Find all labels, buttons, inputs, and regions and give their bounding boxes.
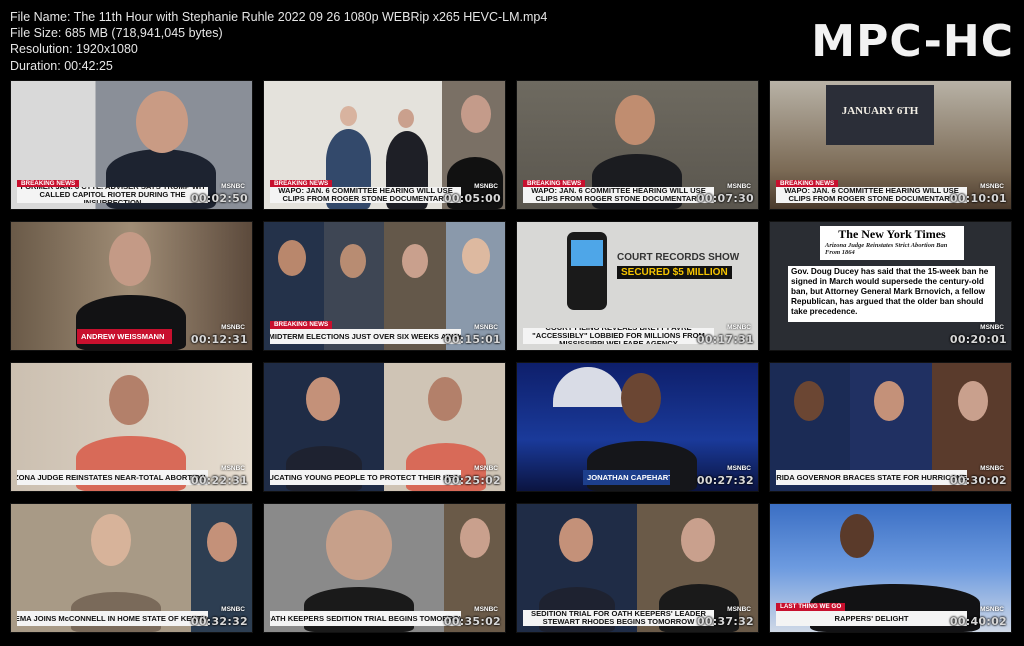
thumbnail[interactable]: SINEMA JOINS McCONNELL IN HOME STATE OF … (10, 503, 253, 633)
network-logo: MSNBC (980, 465, 1004, 472)
thumbnail[interactable]: COURT RECORDS SHOW SECURED $5 MILLION CO… (516, 221, 759, 351)
thumbnail[interactable]: BREAKING NEWS WAPO: JAN. 6 COMMITTEE HEA… (263, 80, 506, 210)
thumbnail[interactable]: JANUARY 6TH BREAKING NEWS WAPO: JAN. 6 C… (769, 80, 1012, 210)
caption: FLORIDA GOVERNOR BRACES STATE FOR HURRIC… (776, 470, 967, 485)
timestamp: 00:22:31 (190, 474, 248, 487)
timestamp: 00:20:01 (949, 333, 1007, 346)
network-logo: MSNBC (221, 606, 245, 613)
caption: SINEMA JOINS McCONNELL IN HOME STATE OF … (17, 611, 208, 626)
caption: MIDTERM ELECTIONS JUST OVER SIX WEEKS AW… (270, 329, 461, 344)
thumbnail[interactable]: SEDITION TRIAL FOR OATH KEEPERS' LEADER … (516, 503, 759, 633)
network-logo: MSNBC (727, 465, 751, 472)
thumbnail[interactable]: BREAKING NEWS FORMER JAN. 6 CTTE. ADVISE… (10, 80, 253, 210)
timestamp: 00:37:32 (696, 615, 754, 628)
network-logo: MSNBC (980, 183, 1004, 190)
caption: FORMER JAN. 6 CTTE. ADVISER SAYS TRUMP W… (17, 187, 208, 203)
thumbnail-grid: BREAKING NEWS FORMER JAN. 6 CTTE. ADVISE… (0, 0, 1024, 646)
timestamp: 00:05:00 (443, 192, 501, 205)
newspaper-masthead: The New York Times (838, 227, 946, 241)
timestamp: 00:02:50 (190, 192, 248, 205)
thumbnail[interactable]: OATH KEEPERS SEDITION TRIAL BEGINS TOMOR… (263, 503, 506, 633)
caption: WAPO: JAN. 6 COMMITTEE HEARING WILL USE … (776, 187, 967, 203)
timestamp: 00:17:31 (696, 333, 754, 346)
thumbnail[interactable]: BREAKING NEWS MIDTERM ELECTIONS JUST OVE… (263, 221, 506, 351)
caption: WAPO: JAN. 6 COMMITTEE HEARING WILL USE … (270, 187, 461, 203)
network-logo: MSNBC (727, 183, 751, 190)
timestamp: 00:10:01 (949, 192, 1007, 205)
last-thing-tag: LAST THING WE GO (776, 603, 846, 611)
caption: WAPO: JAN. 6 COMMITTEE HEARING WILL USE … (523, 187, 714, 203)
thumbnail[interactable]: ARIZONA JUDGE REINSTATES NEAR-TOTAL ABOR… (10, 362, 253, 492)
caption: ARIZONA JUDGE REINSTATES NEAR-TOTAL ABOR… (17, 470, 208, 485)
guest-name: JONATHAN CAPEHART (583, 470, 670, 485)
network-logo: MSNBC (221, 465, 245, 472)
timestamp: 00:30:02 (949, 474, 1007, 487)
timestamp: 00:35:02 (443, 615, 501, 628)
timestamp: 00:32:32 (190, 615, 248, 628)
timestamp: 00:15:01 (443, 333, 501, 346)
thumbnail[interactable]: EDUCATING YOUNG PEOPLE TO PROTECT THEIR … (263, 362, 506, 492)
thumbnail[interactable]: BREAKING NEWS WAPO: JAN. 6 COMMITTEE HEA… (516, 80, 759, 210)
timestamp: 00:07:30 (696, 192, 754, 205)
timestamp: 00:25:02 (443, 474, 501, 487)
guest-name: ANDREW WEISSMANN (77, 329, 172, 344)
court-records-line: COURT RECORDS SHOW (617, 252, 740, 263)
screen-title: JANUARY 6TH (841, 105, 919, 117)
caption: COURT FILING REVEALS BRETT FAVRE "ACCESS… (523, 328, 714, 344)
timestamp: 00:12:31 (190, 333, 248, 346)
thumbnail[interactable]: FLORIDA GOVERNOR BRACES STATE FOR HURRIC… (769, 362, 1012, 492)
network-logo: MSNBC (474, 324, 498, 331)
network-logo: MSNBC (727, 324, 751, 331)
caption: SEDITION TRIAL FOR OATH KEEPERS' LEADER … (523, 610, 714, 626)
thumbnail[interactable]: The New York Times Arizona Judge Reinsta… (769, 221, 1012, 351)
network-logo: MSNBC (474, 183, 498, 190)
network-logo: MSNBC (221, 183, 245, 190)
network-logo: MSNBC (980, 606, 1004, 613)
breaking-news-tag: BREAKING NEWS (270, 321, 333, 329)
network-logo: MSNBC (474, 606, 498, 613)
caption: RAPPERS' DELIGHT (776, 611, 967, 626)
court-amount-line: SECURED $5 MILLION (617, 266, 732, 279)
timestamp: 00:40:02 (949, 615, 1007, 628)
thumbnail[interactable]: LAST THING WE GO RAPPERS' DELIGHT MSNBC … (769, 503, 1012, 633)
newspaper-headline: Arizona Judge Reinstates Strict Abortion… (825, 242, 948, 256)
quote-text: Gov. Doug Ducey has said that the 15-wee… (788, 266, 995, 322)
timestamp: 00:27:32 (696, 474, 754, 487)
network-logo: MSNBC (980, 324, 1004, 331)
caption: EDUCATING YOUNG PEOPLE TO PROTECT THEIR … (270, 470, 461, 485)
caption: OATH KEEPERS SEDITION TRIAL BEGINS TOMOR… (270, 611, 461, 626)
network-logo: MSNBC (727, 606, 751, 613)
thumbnail[interactable]: JONATHAN CAPEHART MSNBC 00:27:32 (516, 362, 759, 492)
network-logo: MSNBC (221, 324, 245, 331)
thumbnail[interactable]: ANDREW WEISSMANN MSNBC 00:12:31 (10, 221, 253, 351)
network-logo: MSNBC (474, 465, 498, 472)
